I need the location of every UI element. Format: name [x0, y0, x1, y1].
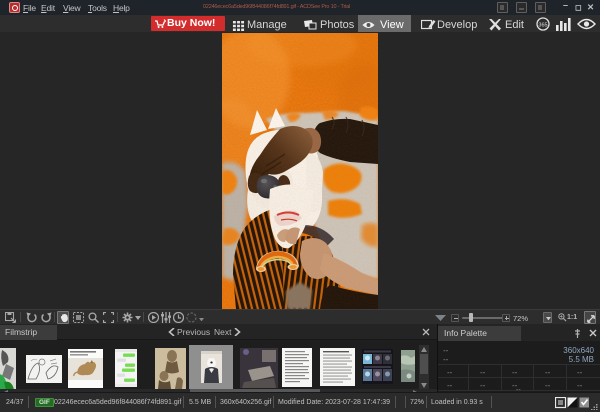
svg-text:365: 365 — [538, 23, 547, 29]
